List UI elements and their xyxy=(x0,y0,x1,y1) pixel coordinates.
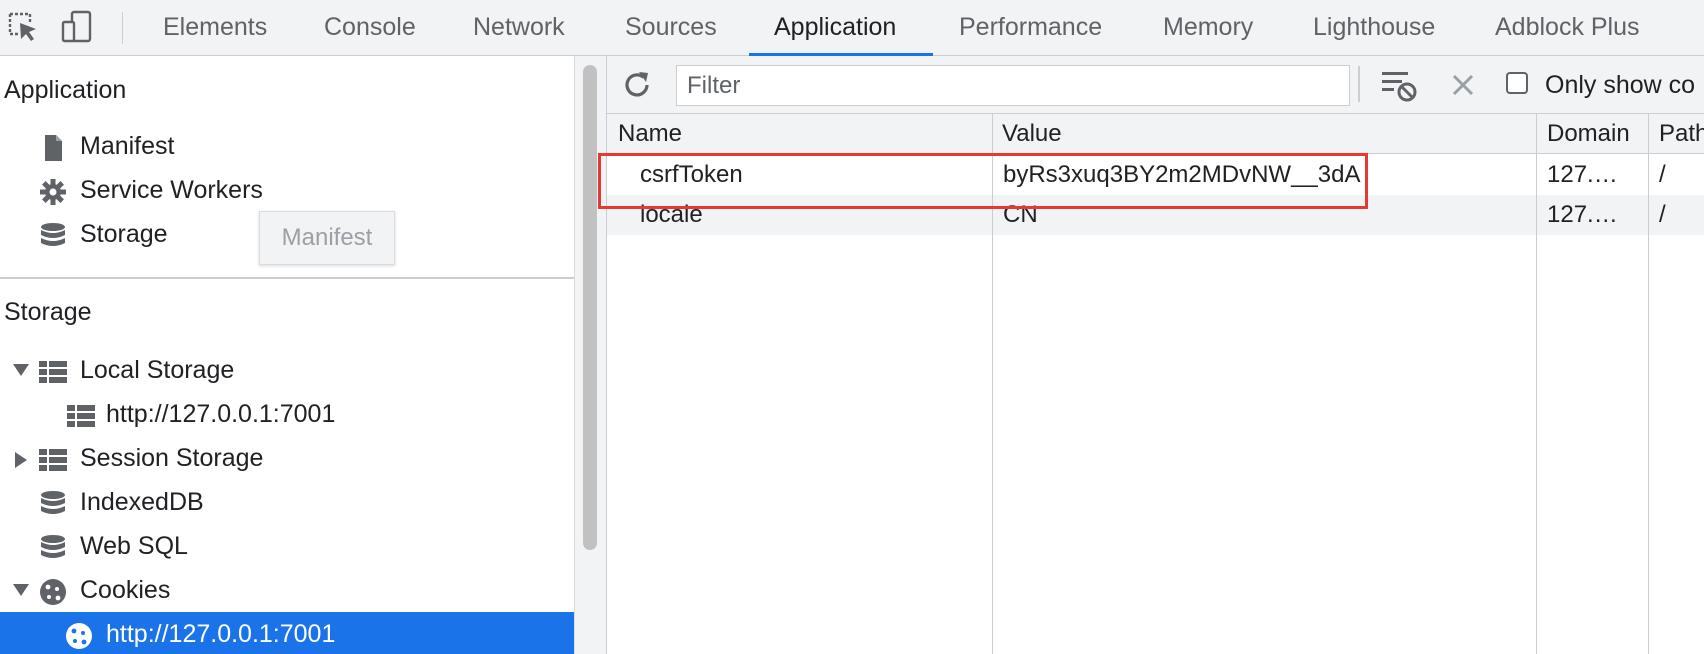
expand-arrow-icon[interactable] xyxy=(13,584,29,596)
cookie-domain-cell[interactable]: 127.… xyxy=(1547,155,1618,195)
filter-input[interactable] xyxy=(676,65,1350,106)
cookies-panel: Only show co Name Value Domain Path csrf… xyxy=(606,56,1704,654)
tab-memory[interactable]: Memory xyxy=(1163,0,1253,55)
tab-adblock-plus[interactable]: Adblock Plus xyxy=(1495,0,1640,55)
only-show-issues-checkbox[interactable] xyxy=(1506,72,1528,94)
cookie-name-cell[interactable]: csrfToken xyxy=(640,155,743,195)
column-header-domain[interactable]: Domain xyxy=(1547,114,1630,154)
database-icon xyxy=(38,488,68,516)
cookie-value-cell[interactable]: byRs3xuq3BY2m2MDvNW__3dA xyxy=(1003,155,1360,195)
panel-border xyxy=(606,56,607,654)
sidebar-item-cookies[interactable]: Cookies xyxy=(0,568,574,612)
sidebar-item-indexeddb[interactable]: IndexedDB xyxy=(0,480,574,524)
document-icon xyxy=(38,132,68,161)
sidebar-item-label: Local Storage xyxy=(80,356,235,384)
sidebar-item-local-storage[interactable]: Local Storage xyxy=(0,348,574,392)
devtools-tab-bar: Elements Console Network Sources Applica… xyxy=(0,0,1704,56)
sidebar-item-label: Storage xyxy=(80,220,168,248)
sidebar-item-cookies-origin[interactable]: http://127.0.0.1:7001 xyxy=(0,612,574,654)
cookie-domain-cell[interactable]: 127.… xyxy=(1547,195,1618,235)
sidebar-item-label: Cookies xyxy=(80,576,171,604)
cookie-icon xyxy=(64,620,94,649)
grid-icon xyxy=(38,356,68,384)
manifest-tooltip: Manifest xyxy=(259,211,395,265)
only-show-label: Only show co xyxy=(1545,71,1696,99)
device-toolbar-icon[interactable] xyxy=(60,10,94,44)
cookies-table-header: Name Value Domain Path xyxy=(606,114,1704,154)
table-row[interactable]: csrfToken byRs3xuq3BY2m2MDvNW__3dA 127.…… xyxy=(606,155,1704,195)
cookie-path-cell[interactable]: / xyxy=(1659,195,1666,235)
cookie-value-cell[interactable]: CN xyxy=(1003,195,1038,235)
tab-lighthouse[interactable]: Lighthouse xyxy=(1313,0,1435,55)
column-header-path[interactable]: Path xyxy=(1659,114,1704,154)
cookies-toolbar: Only show co xyxy=(606,56,1704,114)
toolbar-separator xyxy=(1358,66,1360,102)
tab-network[interactable]: Network xyxy=(473,0,565,55)
sidebar-item-label: Web SQL xyxy=(80,532,188,560)
application-sidebar: Application Manifest Service Workers Sto… xyxy=(0,56,574,654)
sidebar-divider xyxy=(0,277,574,279)
sidebar-item-label: http://127.0.0.1:7001 xyxy=(106,620,336,648)
cookie-name-cell[interactable]: locale xyxy=(640,195,703,235)
database-icon xyxy=(38,532,68,560)
tab-application[interactable]: Application xyxy=(774,0,896,55)
sidebar-item-label: Service Workers xyxy=(80,176,263,204)
cookie-icon xyxy=(38,576,68,605)
sidebar-item-local-storage-origin[interactable]: http://127.0.0.1:7001 xyxy=(0,392,574,436)
column-header-name[interactable]: Name xyxy=(618,114,682,154)
tab-performance[interactable]: Performance xyxy=(959,0,1102,55)
column-divider[interactable] xyxy=(992,114,993,654)
gear-icon xyxy=(38,176,68,205)
tab-elements[interactable]: Elements xyxy=(163,0,267,55)
sidebar-scrollbar[interactable] xyxy=(583,65,597,550)
tab-sources[interactable]: Sources xyxy=(625,0,717,55)
sidebar-item-service-workers[interactable]: Service Workers xyxy=(0,168,574,212)
sidebar-item-web-sql[interactable]: Web SQL xyxy=(0,524,574,568)
sidebar-section-application: Application xyxy=(4,76,127,104)
refresh-icon[interactable] xyxy=(620,68,654,102)
clear-filtered-cookies-icon[interactable] xyxy=(1380,66,1418,104)
table-row[interactable]: locale CN 127.… / xyxy=(606,195,1704,235)
column-divider[interactable] xyxy=(1536,114,1537,654)
column-header-value[interactable]: Value xyxy=(1002,114,1062,154)
sidebar-item-label: Manifest xyxy=(80,132,175,160)
sidebar-section-storage: Storage xyxy=(4,298,92,326)
expand-arrow-icon[interactable] xyxy=(13,364,29,376)
sidebar-item-label: Session Storage xyxy=(80,444,264,472)
sidebar-item-session-storage[interactable]: Session Storage xyxy=(0,436,574,480)
inspect-element-icon[interactable] xyxy=(6,10,40,44)
toolbar-separator xyxy=(122,12,123,44)
column-divider[interactable] xyxy=(1648,114,1649,654)
delete-selected-icon[interactable] xyxy=(1446,68,1480,102)
expand-arrow-icon[interactable] xyxy=(15,452,27,468)
sidebar-item-label: http://127.0.0.1:7001 xyxy=(106,400,336,428)
database-icon xyxy=(38,220,68,248)
sidebar-item-manifest[interactable]: Manifest xyxy=(0,124,574,168)
sidebar-item-label: IndexedDB xyxy=(80,488,204,516)
cookie-path-cell[interactable]: / xyxy=(1659,155,1666,195)
grid-icon xyxy=(38,444,68,472)
tab-console[interactable]: Console xyxy=(324,0,416,55)
grid-icon xyxy=(66,400,96,428)
